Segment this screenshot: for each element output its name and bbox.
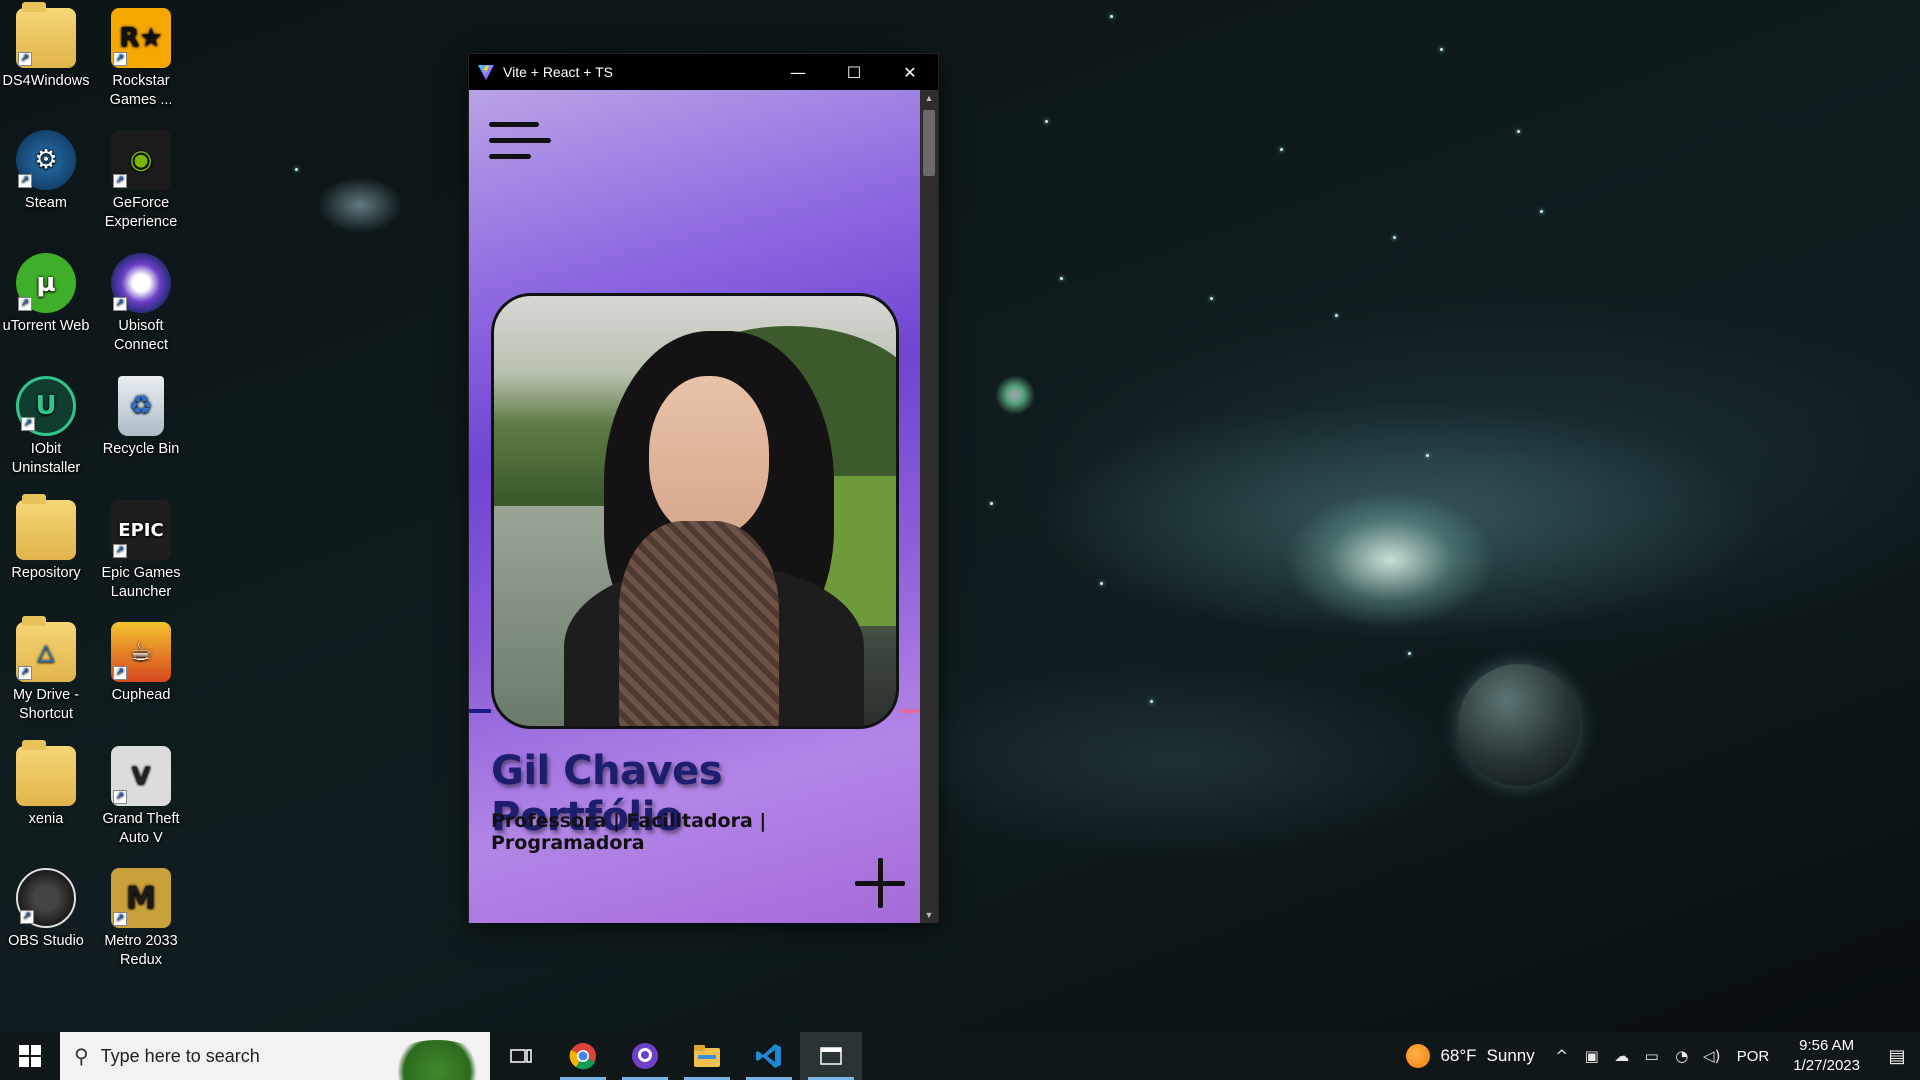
desktop-icon-label: xenia [28,811,64,827]
window-title: Vite + React + TS [503,64,613,80]
battery-icon[interactable]: ▭ [1637,1047,1667,1065]
accent-line-right [899,709,921,713]
desktop-icon-rockstar[interactable]: R★ ↗ Rockstar Games ... [95,8,187,110]
device-icon[interactable]: ▣ [1577,1047,1607,1065]
desktop-icon-gta-v[interactable]: V ↗ Grand Theft Auto V [95,746,187,848]
github-desktop-icon[interactable] [614,1032,676,1080]
weather-description: Sunny [1486,1046,1535,1065]
wifi-icon[interactable]: ◔ [1667,1047,1697,1065]
rockstar-icon: R★ ↗ [111,8,171,68]
taskbar: ⚲ Type here to search 68°F Sunny ^ ▣ ☁ ▭ [0,1032,1920,1080]
gta-v-icon: V ↗ [111,746,171,806]
desktop-icon-ubisoft[interactable]: ↗ Ubisoft Connect [95,253,187,355]
close-button[interactable]: ✕ [882,54,938,90]
ubisoft-icon: ↗ [111,253,171,313]
desktop-icon-cuphead[interactable]: ☕ ↗ Cuphead [95,622,187,705]
chrome-icon[interactable] [552,1032,614,1080]
desktop-icon-label: Grand Theft Auto V [102,811,180,846]
desktop-icon-obs[interactable]: ↗ OBS Studio [0,868,92,951]
google-drive-folder-icon: △ ↗ [16,616,76,682]
desktop-icon-metro[interactable]: M ↗ Metro 2033 Redux [95,868,187,970]
weather-widget[interactable]: 68°F Sunny [1394,1044,1546,1068]
folder-icon: ↗ [16,2,76,68]
clock[interactable]: 9:56 AM 1/27/2023 [1779,1036,1874,1076]
vite-logo-icon [477,63,495,81]
task-view-icon[interactable] [490,1032,552,1080]
cuphead-icon: ☕ ↗ [111,622,171,682]
folder-icon [16,494,76,560]
desktop-icon-steam[interactable]: ⚙ ↗ Steam [0,130,92,213]
taskbar-search[interactable]: ⚲ Type here to search [60,1032,490,1080]
desktop-icon-my-drive[interactable]: △ ↗ My Drive - Shortcut [0,616,92,724]
chevron-up-icon[interactable]: ^ [1547,1047,1577,1065]
search-icon: ⚲ [74,1044,89,1068]
minimize-button[interactable]: — [770,54,826,90]
desktop-icon-label: GeForce Experience [104,195,178,230]
desktop-icon-epic-games[interactable]: EPIC ↗ Epic Games Launcher [95,500,187,602]
desktop-icon-label: OBS Studio [8,933,84,949]
desktop-icon-label: IObit Uninstaller [11,441,81,476]
desktop-icon-label: Ubisoft Connect [113,318,168,353]
utorrent-icon: µ ↗ [16,253,76,313]
clock-time: 9:56 AM [1799,1037,1855,1054]
app-window-icon[interactable] [800,1032,862,1080]
window-titlebar[interactable]: Vite + React + TS — ☐ ✕ [469,54,938,90]
file-explorer-icon[interactable] [676,1032,738,1080]
search-placeholder: Type here to search [100,1045,260,1066]
desktop-icon-label: My Drive - Shortcut [12,687,80,722]
metro-2033-icon: M ↗ [111,868,171,928]
desktop-icon-label: Rockstar Games ... [109,73,173,108]
app-window: Vite + React + TS — ☐ ✕ Gil Chaves Portf… [468,53,939,923]
desktop-icon-xenia[interactable]: xenia [0,740,92,829]
profile-photo [491,293,899,729]
desktop-icon-label: Metro 2033 Redux [104,933,178,968]
desktop-icon-label: DS4Windows [2,73,90,89]
epic-games-icon: EPIC ↗ [111,500,171,560]
clock-date: 1/27/2023 [1793,1057,1860,1074]
desktop-icon-geforce[interactable]: ◉ ↗ GeForce Experience [95,130,187,232]
volume-icon[interactable]: ◁) [1697,1047,1727,1065]
page-viewport: Gil Chaves Portfólio Professora | Facili… [469,90,921,923]
planet-illustration [1458,664,1580,786]
weather-temperature: 68°F [1440,1046,1477,1065]
desktop-icon-ds4windows[interactable]: ↗ DS4Windows [0,2,92,91]
notification-center-icon[interactable]: ▤ [1874,1046,1920,1067]
scroll-down-arrow-icon[interactable]: ▼ [920,907,938,923]
scrollbar-thumb[interactable] [923,110,935,176]
scroll-up-arrow-icon[interactable]: ▲ [920,90,938,106]
geforce-icon: ◉ ↗ [111,130,171,190]
iobit-uninstaller-icon: U ↗ [16,376,76,436]
desktop-icon-recycle-bin[interactable]: ♻ Recycle Bin [95,376,187,459]
desktop-icon-label: Cuphead [111,687,171,703]
start-button[interactable] [0,1032,60,1080]
vscode-icon[interactable] [738,1032,800,1080]
desktop-icon-repository[interactable]: Repository [0,494,92,583]
page-subtitle: Professora | Facilitadora | Programadora [491,810,767,854]
windows-logo-icon [19,1045,41,1067]
maximize-button[interactable]: ☐ [826,54,882,90]
vertical-scrollbar[interactable]: ▲ ▼ [920,90,938,923]
system-tray: 68°F Sunny ^ ▣ ☁ ▭ ◔ ◁) POR 9:56 AM 1/27… [1394,1032,1920,1080]
desktop-icon-label: Repository [11,565,81,581]
steam-icon: ⚙ ↗ [16,130,76,190]
onedrive-cloud-icon[interactable]: ☁ [1607,1047,1637,1065]
desktop-icon-iobit[interactable]: U ↗ IObit Uninstaller [0,376,92,478]
accent-line-left [469,709,491,713]
recycle-bin-icon: ♻ [118,376,164,436]
hamburger-menu-icon[interactable] [489,120,553,162]
desktop-icon-utorrent[interactable]: µ ↗ uTorrent Web [0,253,92,336]
desktop-icon-label: Epic Games Launcher [101,565,181,600]
plus-icon[interactable] [853,856,907,910]
desktop-icon-label: Recycle Bin [102,441,180,457]
desktop-icon-label: Steam [25,195,67,211]
obs-studio-icon: ↗ [16,868,76,928]
folder-icon [16,740,76,806]
language-indicator[interactable]: POR [1727,1048,1780,1065]
sun-icon [1406,1044,1431,1068]
desktop-icon-label: uTorrent Web [2,318,90,334]
